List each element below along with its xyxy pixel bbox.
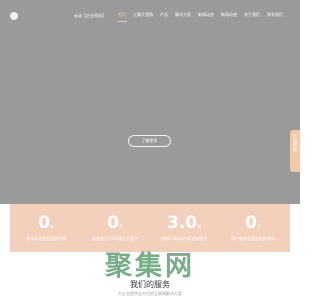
stat-value: 0 xyxy=(245,213,257,233)
stat-unit: 家 xyxy=(118,224,123,229)
site-logo[interactable] xyxy=(10,12,68,20)
stat-value-wrap: 0个 xyxy=(220,213,286,237)
stat-value-wrap: 0家 xyxy=(82,213,148,237)
stat-unit: 年 xyxy=(49,224,54,229)
menu-item-solutions[interactable]: 解决方案 xyxy=(174,11,192,19)
menu-item-products[interactable]: 产品 xyxy=(159,11,169,19)
top-navigation: 云站【企业网站】 首页 江舞大堂购 产品 解决方案 新闻动态 新闻动态 关于我们… xyxy=(0,8,300,26)
online-service-tab[interactable]: 在线客服 xyxy=(290,130,300,172)
brand-tagline: 云站【企业网站】 xyxy=(74,13,106,18)
stat-value-wrap: 3.0版 xyxy=(151,213,217,237)
main-menu: 首页 江舞大堂购 产品 解决方案 新闻动态 新闻动态 关于我们 联系我们 xyxy=(117,11,284,19)
stat-value-wrap: 0年 xyxy=(13,213,79,237)
menu-item-news-2[interactable]: 新闻动态 xyxy=(220,11,238,19)
stat-label: 多年从业经验深耕积累 xyxy=(26,236,66,241)
side-tab-label: 在线客服 xyxy=(293,133,297,152)
stat-label: 系统3.0版本持续更新迭代 xyxy=(160,236,208,241)
stat-value: 3.0 xyxy=(166,213,198,233)
menu-item-home[interactable]: 首页 xyxy=(117,11,127,19)
stat-item: 0个 用户遍布全国各地区城市 xyxy=(220,204,286,252)
services-title: 我们的服务 xyxy=(130,280,170,289)
stat-value: 0 xyxy=(107,213,119,233)
services-subtitle: 为企业提供全方位的互联网解决方案 xyxy=(118,291,182,296)
stat-value: 0 xyxy=(38,213,50,233)
stat-label: 用户遍布全国各地区城市 xyxy=(231,236,275,241)
menu-item-2[interactable]: 江舞大堂购 xyxy=(132,11,154,19)
menu-item-about[interactable]: 关于我们 xyxy=(243,11,261,19)
menu-item-contact[interactable]: 联系我们 xyxy=(266,11,284,19)
watermark-logo: 聚集网 xyxy=(105,251,195,282)
stat-unit: 版 xyxy=(197,224,202,229)
stat-item: 0年 多年从业经验深耕积累 xyxy=(13,204,79,252)
learn-more-button[interactable]: 了解更多 xyxy=(128,135,171,147)
stat-unit: 个 xyxy=(256,224,261,229)
hero-banner xyxy=(0,0,300,204)
stat-item: 3.0版 系统3.0版本持续更新迭代 xyxy=(151,204,217,252)
active-menu-indicator xyxy=(117,21,127,22)
stat-item: 0家 服务超过1500家企业客户 xyxy=(82,204,148,252)
stat-label: 服务超过1500家企业客户 xyxy=(91,236,139,241)
logo-icon xyxy=(10,12,18,20)
menu-item-news[interactable]: 新闻动态 xyxy=(197,11,215,19)
stats-bar: 0年 多年从业经验深耕积累 0家 服务超过1500家企业客户 3.0版 系统3.… xyxy=(10,204,290,252)
